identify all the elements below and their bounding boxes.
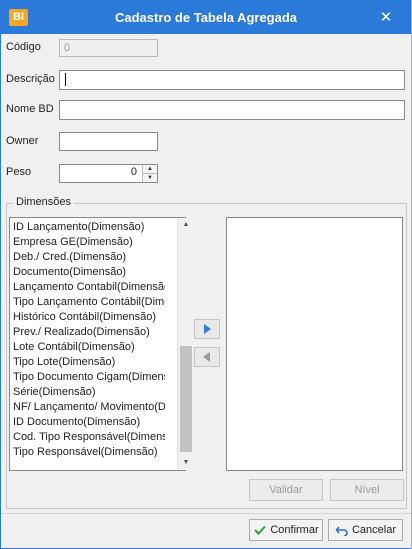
validar-button[interactable]: Validar: [249, 479, 323, 501]
footer-divider: [1, 513, 411, 514]
scroll-down-icon[interactable]: ▼: [178, 456, 194, 470]
arrow-right-icon: [204, 324, 211, 334]
nome-bd-label: Nome BD: [6, 103, 54, 115]
list-item[interactable]: Tipo Lançamento Contábil(Dimensão): [13, 295, 165, 310]
scroll-up-icon[interactable]: ▲: [178, 218, 194, 232]
dimensoes-group-title: Dimensões: [13, 196, 75, 208]
available-dimensions-list[interactable]: ID Lançamento(Dimensão) Empresa GE(Dimens…: [9, 217, 194, 471]
list-item[interactable]: Lançamento Contabil(Dimensão): [13, 280, 165, 295]
list-item[interactable]: Documento(Dimensão): [13, 265, 165, 280]
stepper-down-icon[interactable]: ▼: [142, 174, 157, 182]
text-caret: [65, 72, 66, 86]
peso-value: 0: [130, 166, 137, 178]
confirmar-button[interactable]: Confirmar: [249, 519, 323, 541]
list-item[interactable]: Tipo Lote(Dimensão): [13, 355, 165, 370]
codigo-field: 0: [59, 39, 158, 57]
list-item[interactable]: ID Lançamento(Dimensão): [13, 220, 165, 235]
list-item[interactable]: Tipo Responsável(Dimensão): [13, 445, 165, 460]
dialog-window: BI Cadastro de Tabela Agregada ✕ Código …: [0, 0, 412, 549]
list-item[interactable]: Prev./ Realizado(Dimensão): [13, 325, 165, 340]
scroll-thumb[interactable]: [180, 346, 192, 452]
list-item[interactable]: ID Documento(Dimensão): [13, 415, 165, 430]
selected-dimensions-list[interactable]: [226, 217, 403, 471]
cancelar-button[interactable]: Cancelar: [328, 519, 403, 541]
title-bar: BI Cadastro de Tabela Agregada ✕: [1, 1, 411, 34]
move-left-button[interactable]: [194, 347, 220, 367]
list-item[interactable]: Deb./ Cred.(Dimensão): [13, 250, 165, 265]
list-item[interactable]: Tipo Documento Cigam(Dimensão): [13, 370, 165, 385]
close-button[interactable]: ✕: [377, 9, 395, 27]
codigo-label: Código: [6, 41, 41, 53]
owner-field[interactable]: [59, 132, 158, 151]
nivel-button[interactable]: Nível: [330, 479, 404, 501]
descricao-label: Descrição: [6, 73, 55, 85]
list-item[interactable]: Série(Dimensão): [13, 385, 165, 400]
arrow-left-icon: [203, 352, 210, 362]
move-right-button[interactable]: [194, 319, 220, 339]
list-scrollbar[interactable]: ▲ ▼: [177, 218, 194, 470]
undo-icon: [335, 526, 348, 537]
list-item[interactable]: Cod. Tipo Responsável(Dimensão): [13, 430, 165, 445]
dialog-title: Cadastro de Tabela Agregada: [114, 10, 298, 25]
peso-stepper[interactable]: 0 ▲ ▼: [59, 164, 158, 183]
peso-label: Peso: [6, 166, 32, 178]
owner-label: Owner: [6, 135, 39, 147]
list-item[interactable]: Empresa GE(Dimensão): [13, 235, 165, 250]
stepper-up-icon[interactable]: ▲: [142, 165, 157, 174]
check-icon: [254, 525, 267, 536]
descricao-field[interactable]: [59, 70, 405, 90]
nome-bd-field[interactable]: [59, 100, 405, 120]
list-item[interactable]: NF/ Lançamento/ Movimento(Dimensão): [13, 400, 165, 415]
list-item[interactable]: Histórico Contábil(Dimensão): [13, 310, 165, 325]
list-item[interactable]: Lote Contábil(Dimensão): [13, 340, 165, 355]
